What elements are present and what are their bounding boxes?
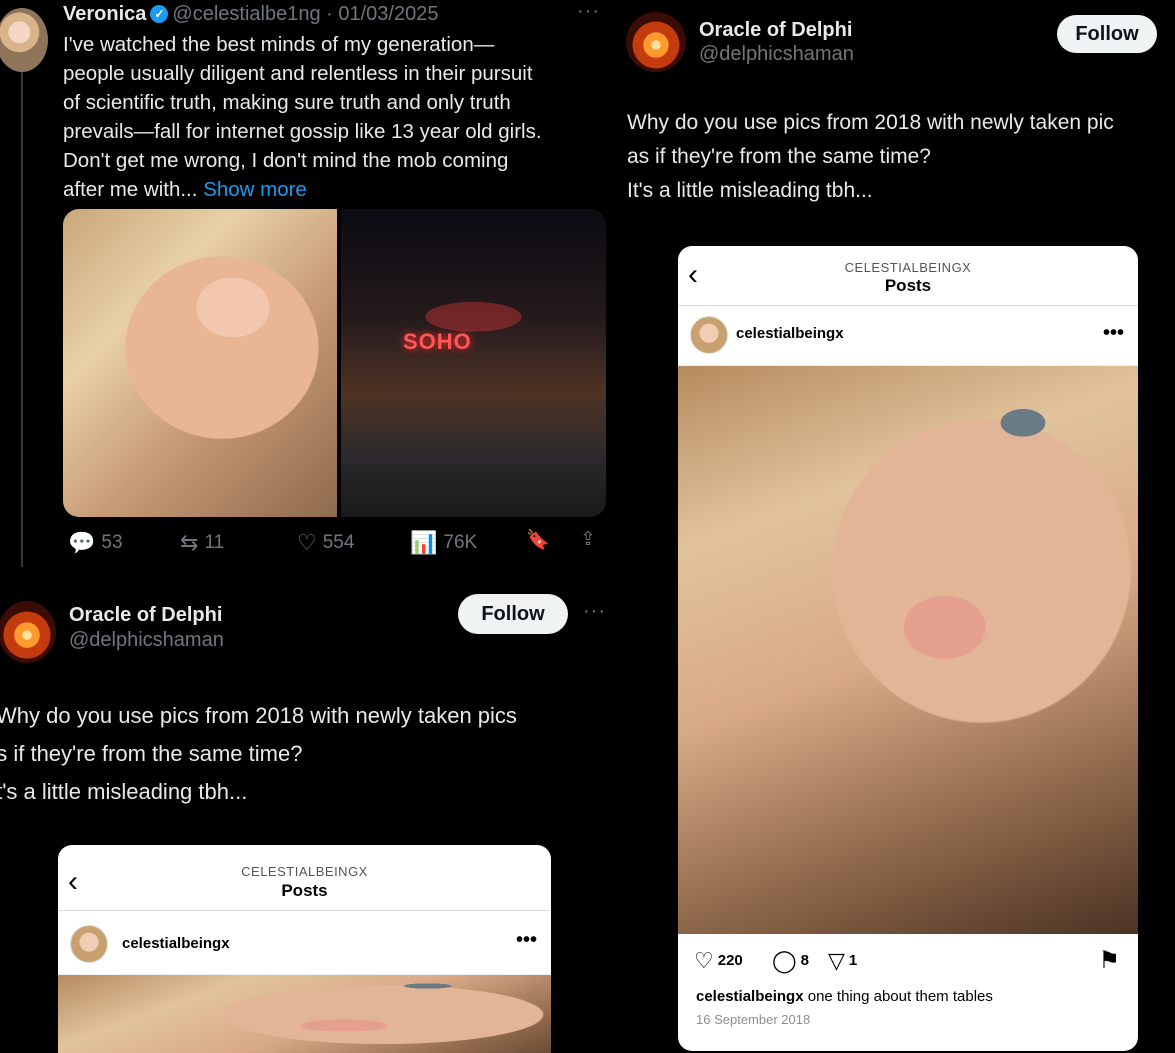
oracle-avatar-right[interactable] <box>626 12 686 72</box>
repost-count: 11 <box>204 532 225 553</box>
views-icon: 📊 <box>410 530 438 555</box>
reply-text: Why do you use pics from 2018 with newly… <box>0 697 517 811</box>
tweet-handle-date[interactable]: @celestialbe1ng · 01/03/2025 <box>172 3 438 25</box>
bookmark-icon[interactable]: 🔖 <box>526 528 550 552</box>
reply-author-row: Oracle of Delphi @delphicshaman <box>69 604 224 652</box>
tweet-body-line: people usually diligent and relentless i… <box>63 62 533 85</box>
reply-handle[interactable]: @delphicshaman <box>69 629 224 652</box>
ig-posts-title: Posts <box>884 276 932 295</box>
ig-post-photo[interactable] <box>678 366 1138 934</box>
ig-account-title: CELESTIALBEINGX <box>844 260 972 275</box>
tweet-body-line: prevails—fall for internet gossip like 1… <box>63 120 542 143</box>
thread-connector-line <box>21 72 23 567</box>
reply-text-right: Why do you use pics from 2018 with newly… <box>627 106 1114 208</box>
oracle-avatar[interactable] <box>0 601 56 663</box>
ig-caption-text: one thing about them tables <box>803 988 993 1005</box>
views-count: 76K <box>443 532 478 553</box>
tweet-body-text: after me with... <box>63 178 198 201</box>
reply-author-row-right: Oracle of Delphi @delphicshaman <box>699 19 854 66</box>
left-screenshot-panel: Veronica ✓ @celestialbe1ng · 01/03/2025 ··… <box>0 0 612 1053</box>
share-icon[interactable]: ⇪ <box>580 528 596 551</box>
views-action[interactable]: 📊 76K <box>410 530 477 556</box>
like-count: 554 <box>322 532 355 553</box>
tweet-photo-selfie[interactable] <box>63 209 337 517</box>
reply-handle-right[interactable]: @delphicshaman <box>699 43 854 66</box>
ig-more-icon[interactable]: ••• <box>516 929 537 952</box>
tweet-author-row: Veronica ✓ @celestialbe1ng · 01/03/2025 <box>63 3 438 26</box>
comment-icon: ◯ <box>772 948 797 973</box>
ig-share-count: 1 <box>848 952 858 969</box>
reply-text-line: Why do you use pics from 2018 with newly… <box>0 703 517 728</box>
follow-button-right[interactable]: Follow <box>1057 15 1157 53</box>
ig-username[interactable]: celestialbeingx <box>736 325 844 342</box>
ig-avatar[interactable] <box>690 316 728 354</box>
tweet-body-line-last: after me with... Show more <box>63 175 608 204</box>
reply-icon: 💬 <box>68 530 96 555</box>
ig-header: ‹ CELESTIALBEINGX Posts <box>678 246 1138 306</box>
tweet-photo-street[interactable]: SOHO <box>341 209 606 517</box>
heart-icon: ♡ <box>694 948 714 973</box>
reply-count: 53 <box>101 532 123 553</box>
send-icon: ▽ <box>828 948 845 973</box>
reply-text-line: Why do you use pics from 2018 with newly… <box>627 111 1114 134</box>
reply-display-name-right[interactable]: Oracle of Delphi <box>699 19 854 42</box>
ig-post-date: 16 September 2018 <box>696 1012 811 1027</box>
ig-user-row: celestialbeingx ••• <box>678 306 1138 366</box>
tweet-body-line: of scientific truth, making sure truth a… <box>63 91 511 114</box>
reply-text-line: It's a little misleading tbh... <box>0 779 248 804</box>
right-screenshot-panel: Oracle of Delphi @delphicshaman Follow W… <box>612 0 1175 1053</box>
ig-post-photo[interactable] <box>58 975 551 1053</box>
reply-display-name[interactable]: Oracle of Delphi <box>69 604 224 627</box>
heart-icon: ♡ <box>297 530 317 555</box>
verified-badge-icon: ✓ <box>150 5 169 23</box>
like-action[interactable]: ♡ 554 <box>297 530 354 556</box>
ig-share-action[interactable]: ▽ 1 <box>828 948 857 974</box>
ig-username[interactable]: celestialbeingx <box>122 935 230 952</box>
ig-like-count: 220 <box>717 952 743 969</box>
ig-comment-action[interactable]: ◯ 8 <box>772 948 809 974</box>
instagram-screenshot-card-right: ‹ CELESTIALBEINGX Posts celestialbeingx … <box>678 246 1138 1051</box>
tweet-body-line: Don't get me wrong, I don't mind the mob… <box>63 149 509 172</box>
bookmark-icon[interactable]: ⚑ <box>1098 946 1120 975</box>
veronica-avatar[interactable] <box>0 8 48 72</box>
follow-button[interactable]: Follow <box>458 594 568 634</box>
tweet-more-icon[interactable]: ··· <box>577 0 600 23</box>
reply-text-line: as if they're from the same time? <box>0 741 303 766</box>
tweet-display-name[interactable]: Veronica <box>63 3 146 25</box>
repost-action[interactable]: ⇆ 11 <box>180 530 224 556</box>
show-more-link[interactable]: Show more <box>203 178 307 201</box>
ig-comment-count: 8 <box>800 952 809 969</box>
reply-action[interactable]: 💬 53 <box>68 530 123 556</box>
ig-more-icon[interactable]: ••• <box>1103 322 1124 345</box>
ig-caption: celestialbeingx one thing about them tab… <box>696 988 993 1005</box>
ig-action-row: ♡ 220 ◯ 8 ▽ 1 ⚑ <box>678 936 1138 986</box>
tweet-body: I've watched the best minds of my genera… <box>63 30 608 204</box>
ig-account-title: CELESTIALBEINGX <box>241 864 368 879</box>
reply-text-line: as if they're from the same time? <box>627 145 931 168</box>
ig-user-row: celestialbeingx ••• <box>58 911 551 975</box>
ig-posts-title: Posts <box>281 881 328 900</box>
instagram-screenshot-card: ‹ CELESTIALBEINGX Posts celestialbeingx … <box>58 845 551 1053</box>
reply-text-line: It's a little misleading tbh... <box>627 179 873 202</box>
tweet-body-line: I've watched the best minds of my genera… <box>63 33 495 56</box>
ig-avatar[interactable] <box>70 925 108 963</box>
ig-like-action[interactable]: ♡ 220 <box>694 948 743 974</box>
ig-header: ‹ CELESTIALBEINGX Posts <box>58 845 551 911</box>
soho-sign: SOHO <box>403 329 472 354</box>
reply-more-icon[interactable]: ··· <box>583 600 606 623</box>
tweet-media-grid: SOHO <box>63 209 606 517</box>
ig-caption-user[interactable]: celestialbeingx <box>696 988 804 1005</box>
repost-icon: ⇆ <box>180 530 199 555</box>
